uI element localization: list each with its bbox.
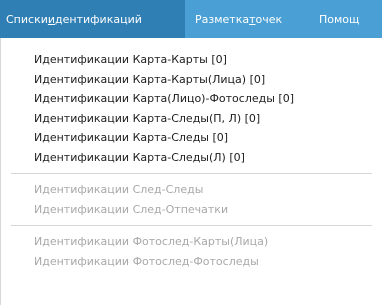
dropdown-group-trace: Идентификации След-Следы Идентификации С…	[1, 180, 382, 219]
menu-item-card-traces-p-l[interactable]: Идентификации Карта-Следы(П, Л) [0]	[1, 109, 382, 129]
menu-item-card-cards[interactable]: Идентификации Карта-Карты [0]	[1, 50, 382, 70]
menu-item-photo-trace-cards-faces: Идентификации Фотослед-Карты(Лица)	[34, 235, 269, 248]
menu-point-markup-label-post: очек	[255, 12, 283, 26]
menu-bar: Списки и дентификаций Разметка т очек Помо…	[0, 0, 382, 38]
menu-item-trace-prints: Идентификации След-Отпечатки	[34, 202, 229, 216]
menu-identification-lists-label-pre: Списки	[6, 12, 48, 26]
menu-separator	[11, 225, 372, 226]
menu-point-markup[interactable]: Разметка т очек	[185, 0, 313, 38]
dropdown-group-photo-trace: Идентификации Фотослед-Карты(Лица) Идент…	[1, 232, 382, 271]
menu-separator	[11, 173, 372, 174]
menu-identification-lists[interactable]: Списки и дентификаций	[0, 0, 185, 38]
menu-item-card-traces[interactable]: Идентификации Карта-Следы [0]	[1, 128, 382, 148]
menu-point-markup-label-pre: Разметка	[195, 12, 250, 26]
menu-help-label: Помощ	[319, 12, 360, 26]
menu-identification-lists-mnemonic: и	[47, 12, 56, 26]
menu-item-card-face-photo-traces[interactable]: Идентификации Карта(Лицо)-Фотоследы [0]	[1, 89, 382, 109]
menu-item-photo-trace-photo-traces: Идентификации Фотослед-Фотоследы	[34, 254, 259, 268]
menu-item-trace-traces: Идентификации След-Следы	[34, 183, 204, 196]
menu-identification-lists-label-post: дентификаций	[55, 12, 142, 26]
menu-help[interactable]: Помощ	[313, 0, 369, 38]
menu-item-card-traces-l[interactable]: Идентификации Карта-Следы(Л) [0]	[1, 148, 382, 168]
dropdown-group-card: Идентификации Карта-Карты [0] Идентифика…	[1, 38, 382, 167]
identification-lists-dropdown: Идентификации Карта-Карты [0] Идентифика…	[0, 38, 382, 305]
menu-item-card-cards-faces[interactable]: Идентификации Карта-Карты(Лица) [0]	[1, 70, 382, 90]
